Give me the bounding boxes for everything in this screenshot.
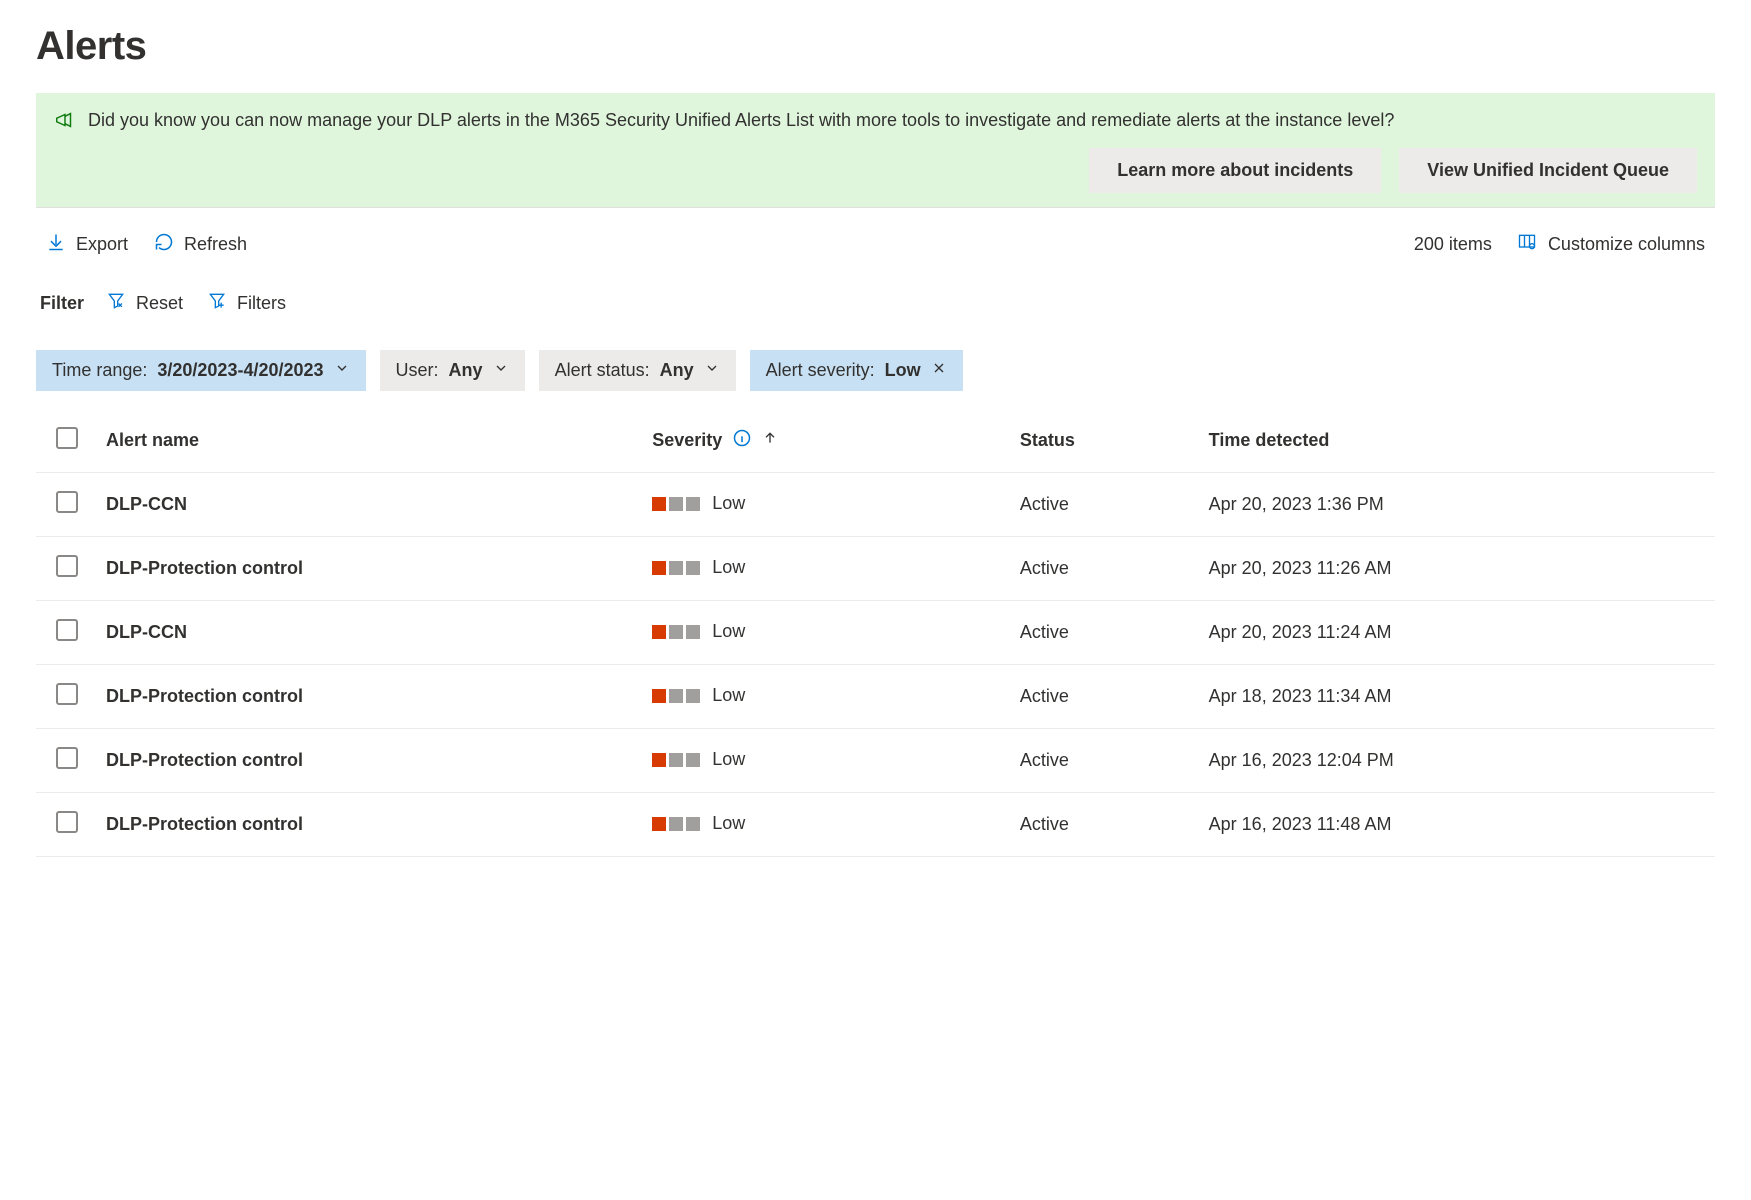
severity-cell: Low xyxy=(652,493,745,514)
filters-label: Filters xyxy=(237,293,286,314)
chip-time-range[interactable]: Time range: 3/20/2023-4/20/2023 xyxy=(36,350,366,391)
severity-cell: Low xyxy=(652,749,745,770)
severity-bars-icon xyxy=(652,753,700,767)
col-time[interactable]: Time detected xyxy=(1199,409,1715,473)
chevron-down-icon xyxy=(334,360,350,381)
time-cell: Apr 16, 2023 11:48 AM xyxy=(1199,793,1715,857)
refresh-icon xyxy=(154,232,174,257)
severity-text: Low xyxy=(712,813,745,834)
severity-text: Low xyxy=(712,621,745,642)
filter-bar: Filter Reset Filters xyxy=(36,281,1715,340)
chip-label: Alert severity: xyxy=(766,360,875,381)
time-cell: Apr 20, 2023 1:36 PM xyxy=(1199,473,1715,537)
filter-add-icon xyxy=(207,291,227,316)
chevron-down-icon xyxy=(704,360,720,381)
chip-user[interactable]: User: Any xyxy=(380,350,525,391)
col-severity[interactable]: Severity xyxy=(642,409,1010,473)
chip-alert-severity[interactable]: Alert severity: Low xyxy=(750,350,963,391)
item-count: 200 items xyxy=(1414,234,1492,255)
table-row[interactable]: DLP-Protection control Low Active Apr 16… xyxy=(36,793,1715,857)
col-alert-name[interactable]: Alert name xyxy=(96,409,642,473)
severity-bars-icon xyxy=(652,561,700,575)
chip-value: Low xyxy=(885,360,921,381)
row-checkbox[interactable] xyxy=(56,491,78,513)
severity-bars-icon xyxy=(652,625,700,639)
status-cell: Active xyxy=(1010,793,1199,857)
download-icon xyxy=(46,232,66,257)
filters-button[interactable]: Filters xyxy=(205,287,288,320)
row-checkbox[interactable] xyxy=(56,811,78,833)
customize-label: Customize columns xyxy=(1548,234,1705,255)
filter-label: Filter xyxy=(40,293,84,314)
table-row[interactable]: DLP-Protection control Low Active Apr 20… xyxy=(36,537,1715,601)
alert-name: DLP-Protection control xyxy=(106,750,303,770)
status-cell: Active xyxy=(1010,665,1199,729)
time-cell: Apr 16, 2023 12:04 PM xyxy=(1199,729,1715,793)
status-cell: Active xyxy=(1010,729,1199,793)
severity-cell: Low xyxy=(652,813,745,834)
alert-name: DLP-Protection control xyxy=(106,686,303,706)
status-cell: Active xyxy=(1010,537,1199,601)
toolbar: Export Refresh 200 items Customize colum… xyxy=(36,208,1715,281)
severity-text: Low xyxy=(712,685,745,706)
chevron-down-icon xyxy=(493,360,509,381)
severity-cell: Low xyxy=(652,621,745,642)
row-checkbox[interactable] xyxy=(56,747,78,769)
col-status[interactable]: Status xyxy=(1010,409,1199,473)
table-row[interactable]: DLP-Protection control Low Active Apr 18… xyxy=(36,665,1715,729)
chip-alert-status[interactable]: Alert status: Any xyxy=(539,350,736,391)
row-checkbox[interactable] xyxy=(56,555,78,577)
filter-chips: Time range: 3/20/2023-4/20/2023 User: An… xyxy=(36,350,1715,391)
info-icon[interactable] xyxy=(732,428,752,453)
row-checkbox[interactable] xyxy=(56,619,78,641)
refresh-button[interactable]: Refresh xyxy=(152,228,249,261)
chip-value: Any xyxy=(449,360,483,381)
time-cell: Apr 20, 2023 11:24 AM xyxy=(1199,601,1715,665)
time-cell: Apr 20, 2023 11:26 AM xyxy=(1199,537,1715,601)
reset-button[interactable]: Reset xyxy=(104,287,185,320)
status-cell: Active xyxy=(1010,601,1199,665)
megaphone-icon xyxy=(54,109,76,136)
severity-header-label: Severity xyxy=(652,430,722,451)
severity-cell: Low xyxy=(652,685,745,706)
columns-icon xyxy=(1516,232,1538,257)
chip-value: 3/20/2023-4/20/2023 xyxy=(157,360,323,381)
alert-name: DLP-CCN xyxy=(106,494,187,514)
table-row[interactable]: DLP-CCN Low Active Apr 20, 2023 11:24 AM xyxy=(36,601,1715,665)
page-title: Alerts xyxy=(36,24,1715,69)
severity-text: Low xyxy=(712,749,745,770)
severity-bars-icon xyxy=(652,497,700,511)
severity-cell: Low xyxy=(652,557,745,578)
customize-columns-button[interactable]: Customize columns xyxy=(1514,228,1707,261)
status-cell: Active xyxy=(1010,473,1199,537)
learn-more-button[interactable]: Learn more about incidents xyxy=(1089,148,1381,193)
alerts-table: Alert name Severity Status Time detected… xyxy=(36,409,1715,857)
close-icon[interactable] xyxy=(931,360,947,381)
alert-name: DLP-Protection control xyxy=(106,558,303,578)
reset-label: Reset xyxy=(136,293,183,314)
severity-text: Low xyxy=(712,557,745,578)
banner-text: Did you know you can now manage your DLP… xyxy=(88,107,1697,133)
alert-name: DLP-Protection control xyxy=(106,814,303,834)
export-label: Export xyxy=(76,234,128,255)
export-button[interactable]: Export xyxy=(44,228,130,261)
severity-bars-icon xyxy=(652,689,700,703)
refresh-label: Refresh xyxy=(184,234,247,255)
chip-label: Alert status: xyxy=(555,360,650,381)
row-checkbox[interactable] xyxy=(56,683,78,705)
chip-value: Any xyxy=(660,360,694,381)
table-row[interactable]: DLP-Protection control Low Active Apr 16… xyxy=(36,729,1715,793)
time-cell: Apr 18, 2023 11:34 AM xyxy=(1199,665,1715,729)
filter-reset-icon xyxy=(106,291,126,316)
view-queue-button[interactable]: View Unified Incident Queue xyxy=(1399,148,1697,193)
chip-label: User: xyxy=(396,360,439,381)
severity-text: Low xyxy=(712,493,745,514)
select-all-checkbox[interactable] xyxy=(56,427,78,449)
alert-name: DLP-CCN xyxy=(106,622,187,642)
info-banner: Did you know you can now manage your DLP… xyxy=(36,93,1715,208)
severity-bars-icon xyxy=(652,817,700,831)
table-row[interactable]: DLP-CCN Low Active Apr 20, 2023 1:36 PM xyxy=(36,473,1715,537)
sort-asc-icon[interactable] xyxy=(762,430,778,451)
chip-label: Time range: xyxy=(52,360,147,381)
